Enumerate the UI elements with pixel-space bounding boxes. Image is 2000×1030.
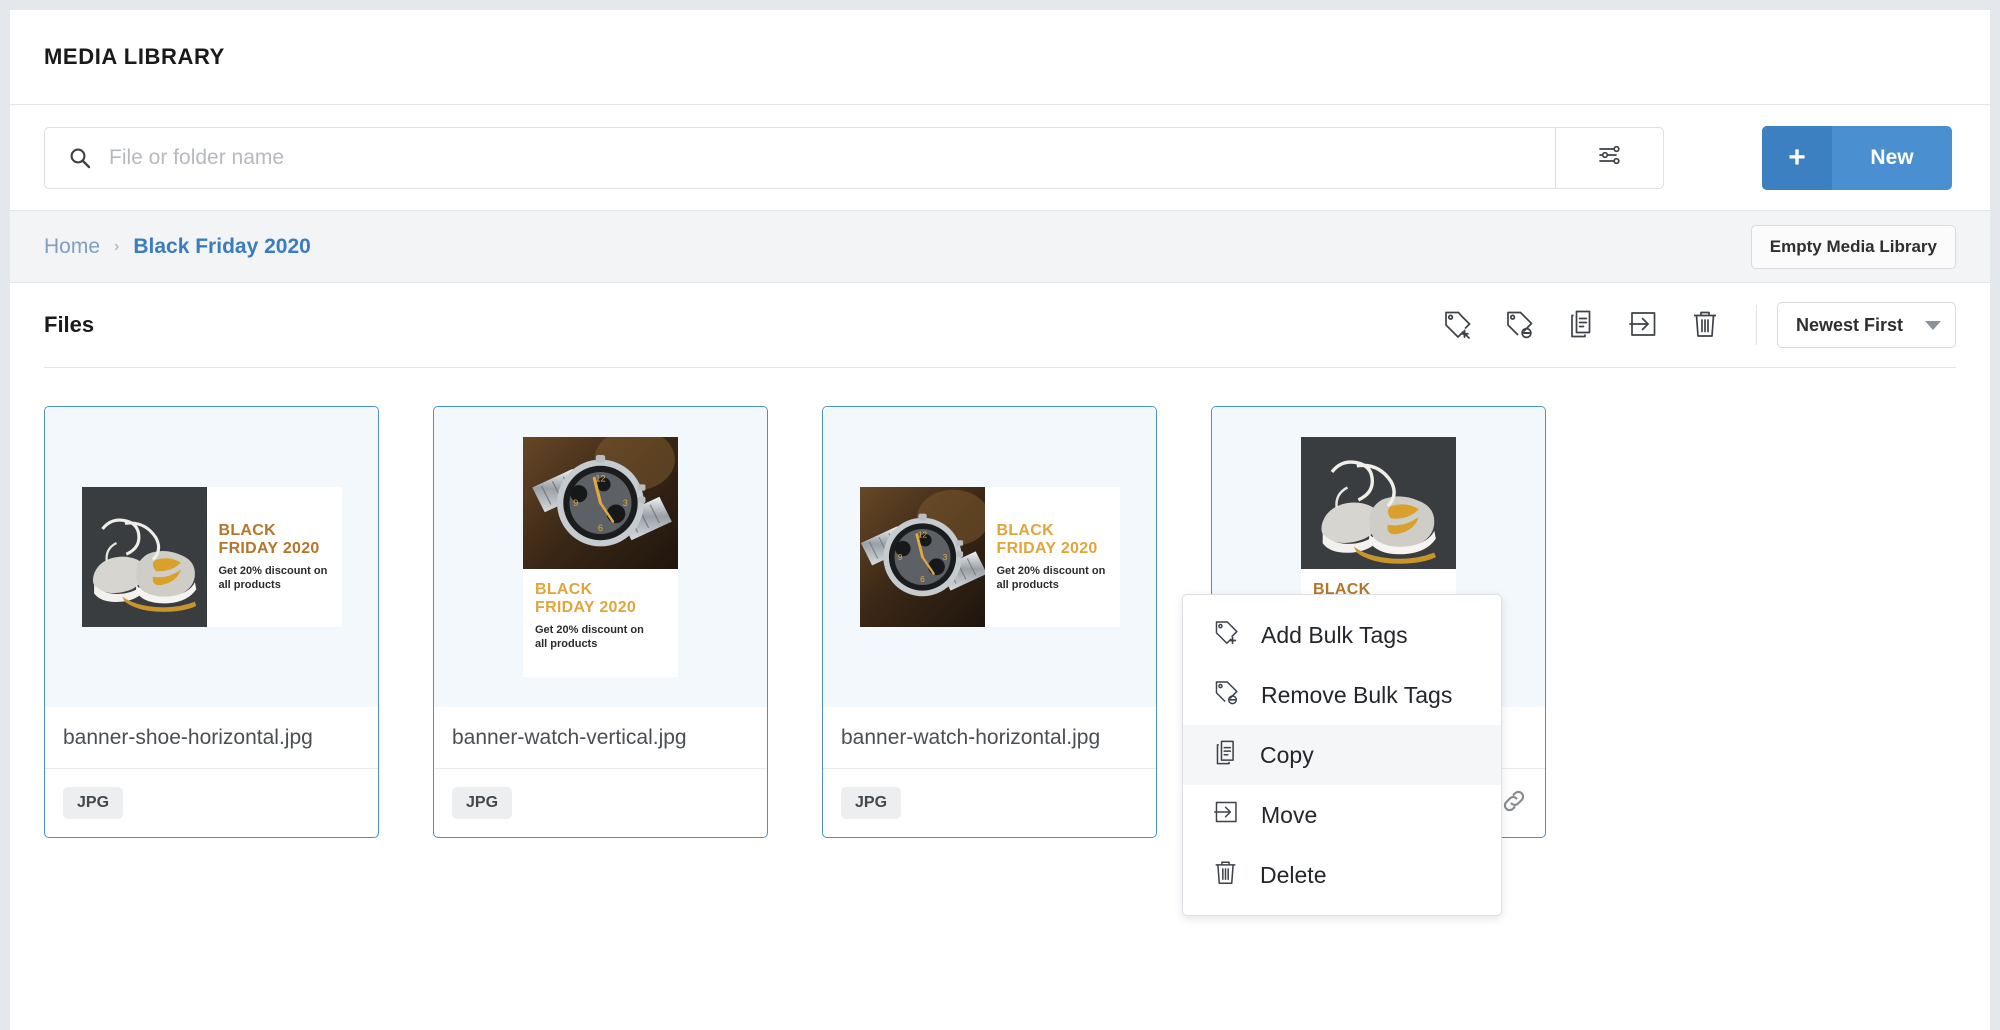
sort-dropdown[interactable]: Newest First: [1777, 302, 1956, 348]
context-menu-item-label: Copy: [1260, 742, 1314, 769]
context-menu-item[interactable]: Delete: [1183, 845, 1501, 905]
shoe-photo: [82, 487, 207, 627]
copy-icon: [1213, 739, 1238, 772]
page-title: MEDIA LIBRARY: [44, 44, 225, 70]
banner-subtext: Get 20% discount onall products: [219, 564, 342, 592]
title-bar: MEDIA LIBRARY: [10, 10, 1990, 105]
breadcrumb-bar: Home › Black Friday 2020 Empty Media Lib…: [10, 211, 1990, 283]
svg-text:6: 6: [920, 574, 925, 584]
file-card-footer: JPG: [823, 769, 1156, 837]
svg-text:6: 6: [598, 523, 603, 533]
svg-text:3: 3: [942, 552, 947, 562]
chevron-down-icon: [1925, 321, 1941, 330]
banner-text: BLACKFRIDAY 2020 Get 20% discount onall p…: [207, 487, 342, 627]
copy-icon: [1567, 309, 1595, 342]
banner-artwork: BLACKFRIDAY 2020 Get 20% discount onall p…: [82, 487, 342, 627]
search-toolbar: + New: [10, 105, 1990, 211]
move-icon: [1628, 309, 1658, 342]
context-menu-item-label: Add Bulk Tags: [1261, 622, 1408, 649]
trash-icon: [1691, 309, 1719, 342]
file-thumbnail[interactable]: 12 3 6 9 BLACKFRIDAY 2020 Get 20% discount …: [823, 407, 1156, 707]
banner-subtext: Get 20% discount onall products: [997, 564, 1120, 592]
banner-subtext: Get 20% discount onall products: [535, 623, 666, 651]
search-input[interactable]: [109, 146, 1506, 170]
file-type-badge: JPG: [452, 787, 512, 819]
media-library-page: MEDIA LIBRARY: [10, 10, 1990, 1030]
file-thumbnail[interactable]: 12 3 6 9 BLACKFRIDAY 2020 Get 20% discount …: [434, 407, 767, 707]
svg-text:9: 9: [573, 498, 578, 508]
move-button[interactable]: [1612, 299, 1674, 351]
remove-bulk-tags-button[interactable]: [1488, 299, 1550, 351]
file-name: banner-watch-horizontal.jpg: [823, 707, 1156, 769]
breadcrumb-current[interactable]: Black Friday 2020: [133, 235, 310, 259]
file-card-footer: JPG: [434, 769, 767, 837]
move-icon: [1213, 799, 1239, 831]
files-title: Files: [44, 312, 94, 338]
banner-text: BLACKFRIDAY 2020 Get 20% discount onall p…: [985, 487, 1120, 627]
file-type-badge: JPG: [841, 787, 901, 819]
svg-text:9: 9: [897, 552, 902, 562]
context-menu-item-label: Remove Bulk Tags: [1261, 682, 1452, 709]
plus-icon: +: [1762, 126, 1832, 190]
banner-text: BLACKFRIDAY 2020 Get 20% discount onall p…: [523, 569, 678, 651]
file-name: banner-watch-vertical.jpg: [434, 707, 767, 769]
tag-plus-icon: [1442, 309, 1472, 342]
breadcrumb: Home › Black Friday 2020: [44, 235, 311, 259]
files-grid: BLACKFRIDAY 2020 Get 20% discount onall p…: [44, 368, 1956, 838]
banner-headline: BLACKFRIDAY 2020: [219, 522, 342, 558]
file-card-footer: JPG: [45, 769, 378, 837]
banner-headline: BLACKFRIDAY 2020: [997, 522, 1120, 558]
file-type-badge: JPG: [63, 787, 123, 819]
empty-media-library-button[interactable]: Empty Media Library: [1751, 225, 1956, 269]
context-menu-item-label: Delete: [1260, 862, 1326, 889]
shoe-photo: [1301, 437, 1456, 569]
sliders-icon: [1597, 143, 1623, 172]
new-button[interactable]: + New: [1762, 126, 1952, 190]
tag-minus-icon: [1213, 679, 1239, 711]
file-thumbnail[interactable]: BLACKFRIDAY 2020 Get 20% discount onall p…: [45, 407, 378, 707]
search-field[interactable]: [45, 128, 1555, 188]
context-menu-item[interactable]: Add Bulk Tags: [1183, 605, 1501, 665]
search-icon: [69, 147, 91, 169]
breadcrumb-home[interactable]: Home: [44, 235, 100, 259]
context-menu-item[interactable]: Move: [1183, 785, 1501, 845]
search-box: [44, 127, 1664, 189]
context-menu-item[interactable]: Remove Bulk Tags: [1183, 665, 1501, 725]
delete-button[interactable]: [1674, 299, 1736, 351]
context-menu: Add Bulk Tags Remove Bulk Tags Copy Move…: [1182, 594, 1502, 916]
filter-button[interactable]: [1555, 128, 1663, 188]
svg-text:3: 3: [623, 498, 628, 508]
toolbar-divider: [1756, 305, 1757, 345]
file-name: banner-shoe-horizontal.jpg: [45, 707, 378, 769]
tag-plus-icon: [1213, 619, 1239, 651]
svg-text:12: 12: [595, 473, 605, 483]
watch-photo: 12 3 6 9: [523, 437, 678, 569]
banner-headline: BLACKFRIDAY 2020: [535, 581, 666, 617]
files-content: Files: [10, 283, 1990, 1030]
watch-photo: 12 3 6 9: [860, 487, 985, 627]
files-toolbar: Newest First: [1426, 299, 1956, 351]
context-menu-item-label: Move: [1261, 802, 1317, 829]
banner-artwork: 12 3 6 9 BLACKFRIDAY 2020 Get 20% discount …: [523, 437, 678, 677]
file-card[interactable]: 12 3 6 9 BLACKFRIDAY 2020 Get 20% discount …: [433, 406, 768, 838]
banner-artwork: 12 3 6 9 BLACKFRIDAY 2020 Get 20% discount …: [860, 487, 1120, 627]
file-card[interactable]: 12 3 6 9 BLACKFRIDAY 2020 Get 20% discount …: [822, 406, 1157, 838]
link-icon[interactable]: [1501, 788, 1527, 819]
new-button-label: New: [1832, 126, 1952, 190]
svg-text:12: 12: [917, 529, 927, 539]
files-header: Files: [44, 283, 1956, 367]
sort-dropdown-label: Newest First: [1796, 315, 1903, 336]
copy-button[interactable]: [1550, 299, 1612, 351]
chevron-right-icon: ›: [114, 238, 119, 256]
add-bulk-tags-button[interactable]: [1426, 299, 1488, 351]
context-menu-item[interactable]: Copy: [1183, 725, 1501, 785]
trash-icon: [1213, 859, 1238, 892]
file-card[interactable]: BLACKFRIDAY 2020 Get 20% discount onall p…: [44, 406, 379, 838]
tag-minus-icon: [1504, 309, 1534, 342]
